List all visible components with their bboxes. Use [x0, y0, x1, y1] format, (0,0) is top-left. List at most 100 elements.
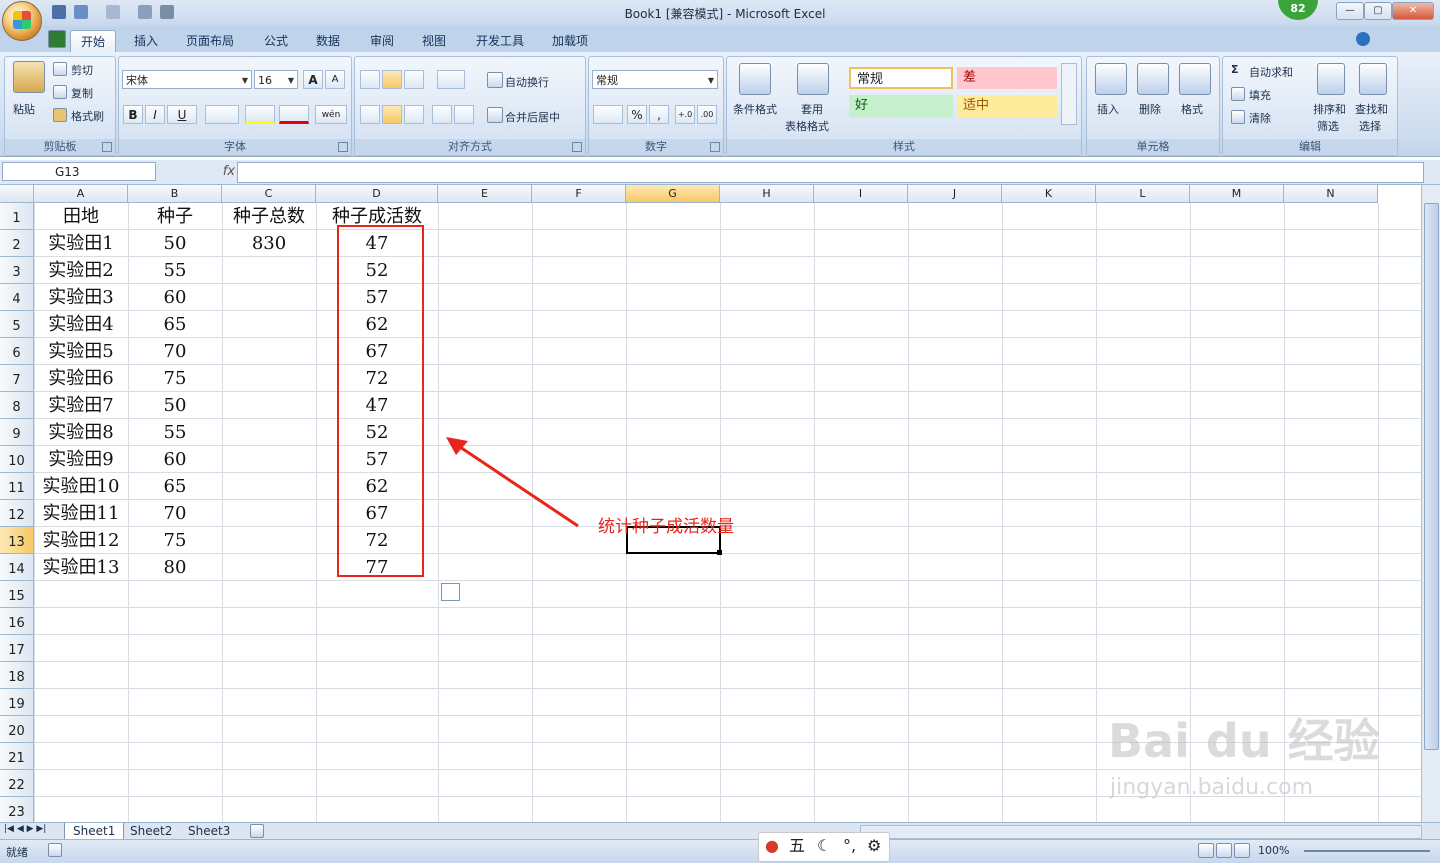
column-header[interactable]: J — [908, 185, 1002, 203]
zoom-slider[interactable] — [1304, 850, 1430, 852]
phonetic-button[interactable]: wén — [315, 105, 347, 124]
sheet-tab-2[interactable]: Sheet2 — [122, 823, 180, 839]
field-name-cell[interactable]: 实验田7 — [34, 392, 128, 419]
row-header[interactable]: 7 — [0, 365, 34, 392]
tab-formulas[interactable]: 公式 — [254, 30, 298, 52]
row-header[interactable]: 16 — [0, 608, 34, 635]
gear-icon[interactable]: ⚙ — [867, 833, 881, 859]
moon-icon[interactable]: ☾ — [817, 833, 831, 859]
percent-button[interactable]: % — [627, 105, 647, 124]
row-header[interactable]: 18 — [0, 662, 34, 689]
tab-view[interactable]: 视图 — [412, 30, 456, 52]
select-all-corner[interactable] — [0, 185, 34, 203]
tab-review[interactable]: 审阅 — [360, 30, 404, 52]
help-icon[interactable] — [1356, 32, 1370, 46]
currency-icon[interactable] — [593, 105, 623, 124]
tab-insert[interactable]: 插入 — [124, 30, 168, 52]
copy-button[interactable]: 复制 — [71, 85, 93, 101]
save-icon[interactable] — [52, 5, 66, 19]
align-left-icon[interactable] — [360, 105, 380, 124]
decrease-decimal-button[interactable]: .00 — [697, 105, 717, 124]
row-header[interactable]: 4 — [0, 284, 34, 311]
clear-button[interactable]: 清除 — [1249, 110, 1271, 126]
row-header[interactable]: 14 — [0, 554, 34, 581]
find-select-button[interactable]: 查找和 — [1355, 101, 1388, 117]
seed-count-cell[interactable]: 60 — [128, 446, 222, 473]
fill-icon[interactable] — [1231, 87, 1245, 101]
field-name-cell[interactable]: 实验田1 — [34, 230, 128, 257]
field-name-cell[interactable]: 实验田13 — [34, 554, 128, 581]
print-preview-icon[interactable] — [138, 5, 152, 19]
seed-count-cell[interactable]: 65 — [128, 311, 222, 338]
paste-icon[interactable] — [13, 61, 45, 93]
header-cell[interactable]: 种子总数 — [222, 203, 316, 230]
insert-sheet-icon[interactable] — [250, 824, 264, 838]
field-name-cell[interactable]: 实验田2 — [34, 257, 128, 284]
field-name-cell[interactable]: 实验田6 — [34, 365, 128, 392]
row-header[interactable]: 19 — [0, 689, 34, 716]
find-select-button-2[interactable]: 选择 — [1359, 118, 1381, 134]
font-name-select[interactable]: 宋体 ▼ — [122, 70, 252, 89]
grow-font-button[interactable]: A — [303, 70, 323, 89]
column-header[interactable]: A — [34, 185, 128, 203]
column-header[interactable]: G — [626, 185, 720, 203]
row-header[interactable]: 23 — [0, 797, 34, 822]
eraser-icon[interactable] — [1231, 110, 1245, 124]
conditional-format-button[interactable]: 条件格式 — [733, 101, 777, 117]
autosum-button[interactable]: 自动求和 — [1249, 64, 1293, 80]
table-format-icon[interactable] — [797, 63, 829, 95]
seed-count-cell[interactable]: 65 — [128, 473, 222, 500]
row-header[interactable]: 3 — [0, 257, 34, 284]
align-right-icon[interactable] — [404, 105, 424, 124]
format-painter-button[interactable]: 格式刷 — [71, 108, 104, 124]
fill-handle[interactable] — [717, 550, 722, 555]
row-header[interactable]: 11 — [0, 473, 34, 500]
field-name-cell[interactable]: 实验田11 — [34, 500, 128, 527]
row-header[interactable]: 10 — [0, 446, 34, 473]
font-launcher-icon[interactable] — [338, 142, 348, 152]
font-color-icon[interactable] — [279, 105, 309, 124]
number-format-select[interactable]: 常规 ▼ — [592, 70, 718, 89]
column-header[interactable]: K — [1002, 185, 1096, 203]
seed-count-cell[interactable]: 50 — [128, 392, 222, 419]
align-middle-icon[interactable] — [382, 70, 402, 89]
underline-button[interactable]: U — [167, 105, 197, 124]
field-name-cell[interactable]: 实验田8 — [34, 419, 128, 446]
increase-decimal-button[interactable]: +.0 — [675, 105, 695, 124]
row-header[interactable]: 13 — [0, 527, 34, 554]
tab-home[interactable]: 开始 — [70, 30, 117, 53]
sheet-tab-3[interactable]: Sheet3 — [180, 823, 238, 839]
number-launcher-icon[interactable] — [710, 142, 720, 152]
row-header[interactable]: 5 — [0, 311, 34, 338]
field-name-cell[interactable]: 实验田9 — [34, 446, 128, 473]
style-neutral[interactable]: 适中 — [957, 95, 1057, 117]
table-format-button-2[interactable]: 表格格式 — [785, 118, 829, 134]
row-header[interactable]: 17 — [0, 635, 34, 662]
seed-count-cell[interactable]: 80 — [128, 554, 222, 581]
align-center-icon[interactable] — [382, 105, 402, 124]
style-bad[interactable]: 差 — [957, 67, 1057, 89]
clipboard-launcher-icon[interactable] — [102, 142, 112, 152]
format-cells-icon[interactable] — [1179, 63, 1211, 95]
bold-button[interactable]: B — [123, 105, 143, 124]
italic-button[interactable]: I — [145, 105, 165, 124]
header-cell[interactable]: 田地 — [34, 203, 128, 230]
paw-icon[interactable]: ● — [765, 833, 779, 859]
page-break-view-icon[interactable] — [1234, 843, 1250, 858]
row-header[interactable]: 2 — [0, 230, 34, 257]
tab-data[interactable]: 数据 — [306, 30, 350, 52]
row-header[interactable]: 20 — [0, 716, 34, 743]
comma-button[interactable]: , — [649, 105, 669, 124]
seed-count-cell[interactable]: 75 — [128, 365, 222, 392]
format-button[interactable]: 格式 — [1181, 101, 1203, 117]
fill-color-icon[interactable] — [245, 105, 275, 124]
align-top-icon[interactable] — [360, 70, 380, 89]
seed-count-cell[interactable]: 60 — [128, 284, 222, 311]
close-button[interactable]: ✕ — [1392, 2, 1434, 20]
header-cell[interactable]: 种子 — [128, 203, 222, 230]
font-size-select[interactable]: 16 ▼ — [254, 70, 298, 89]
punct-icon[interactable]: °, — [843, 833, 856, 859]
redo-icon[interactable] — [106, 5, 120, 19]
row-header[interactable]: 9 — [0, 419, 34, 446]
horizontal-scrollbar[interactable] — [860, 825, 1422, 839]
